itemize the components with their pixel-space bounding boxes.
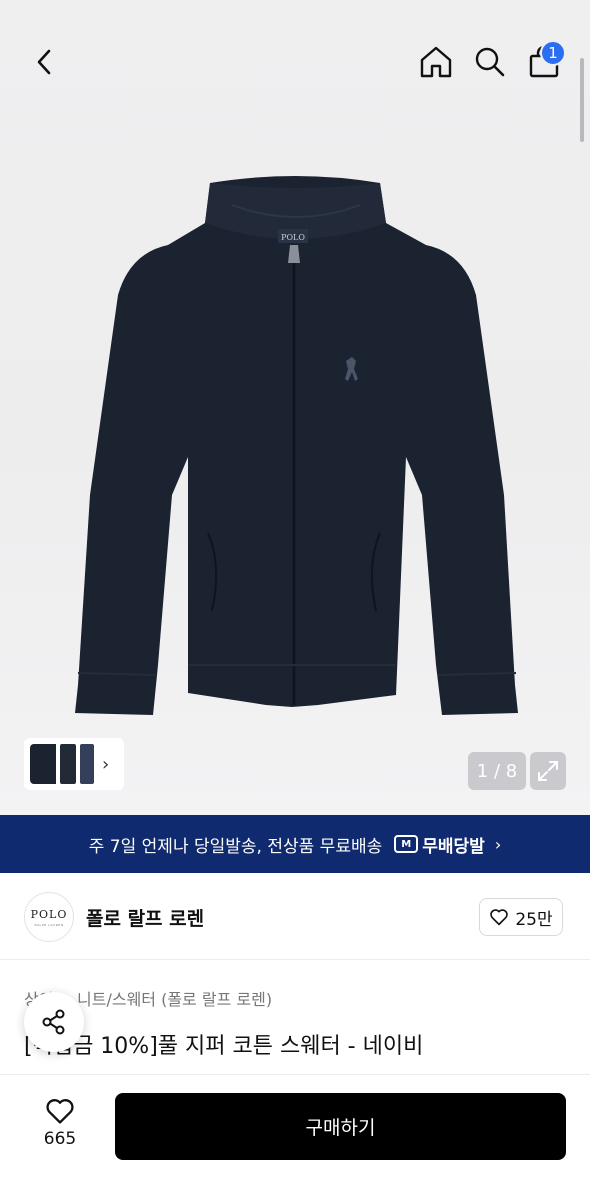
search-icon <box>475 47 505 77</box>
expand-icon <box>538 761 558 781</box>
cart-count-badge: 1 <box>540 40 566 66</box>
search-button[interactable] <box>467 38 513 86</box>
chevron-left-icon <box>37 49 51 75</box>
banner-logo: M 무배당발 <box>394 832 485 857</box>
thumbnail-image[interactable] <box>80 744 94 784</box>
purchase-bar: 665 구매하기 <box>0 1074 590 1200</box>
page-scrollbar[interactable] <box>580 58 584 142</box>
chevron-right-icon[interactable]: › <box>102 754 109 775</box>
product-title: [적립금 10%]풀 지퍼 코튼 스웨터 - 네이비 <box>24 1034 424 1059</box>
thumbnail-strip[interactable]: › <box>24 738 124 790</box>
product-image-sweater: POLO <box>75 176 518 715</box>
banner-logo-text: 무배당발 <box>422 836 485 857</box>
collar-tag-label: POLO <box>281 233 305 242</box>
brand-logo-text: POLO <box>30 907 68 921</box>
expand-button[interactable] <box>530 752 566 790</box>
image-counter: 1 / 8 <box>468 752 526 790</box>
heart-icon <box>46 1099 74 1124</box>
wishlist-count: 665 <box>43 1129 77 1149</box>
brand-row[interactable]: POLO RALPH LAUREN 폴로 랄프 로렌 25만 <box>0 874 590 960</box>
top-nav-bar: 1 <box>0 0 590 120</box>
brand-like-button[interactable]: 25만 <box>479 898 563 936</box>
delivery-logo-icon: M <box>394 835 419 853</box>
product-detail-page: 1 POLO › 1 / 8 주 7일 언제나 당일발송, 전상품 무료배송 M… <box>0 0 590 1200</box>
home-button[interactable] <box>413 38 459 86</box>
brand-name[interactable]: 폴로 랄프 로렌 <box>86 904 204 931</box>
buy-button[interactable]: 구매하기 <box>115 1093 566 1160</box>
share-button[interactable] <box>24 992 84 1052</box>
thumbnail-image[interactable] <box>60 744 76 784</box>
product-image-gallery[interactable]: 1 POLO › 1 / 8 <box>0 0 590 815</box>
share-icon <box>42 1009 65 1035</box>
chevron-right-icon: › <box>494 834 502 854</box>
thumbnail-image[interactable] <box>30 744 56 784</box>
brand-logo[interactable]: POLO RALPH LAUREN <box>24 892 74 942</box>
banner-text: 주 7일 언제나 당일발송, 전상품 무료배송 <box>88 836 383 857</box>
heart-icon <box>490 909 509 926</box>
home-icon <box>420 46 452 78</box>
free-shipping-banner[interactable]: 주 7일 언제나 당일발송, 전상품 무료배송 M 무배당발 › <box>0 815 590 873</box>
brand-like-count: 25만 <box>515 909 553 930</box>
back-button[interactable] <box>22 38 66 86</box>
wishlist-button[interactable]: 665 <box>30 1097 90 1157</box>
brand-logo-subtext: RALPH LAUREN <box>34 922 64 927</box>
